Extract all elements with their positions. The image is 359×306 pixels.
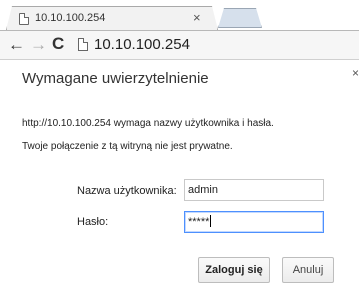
dialog-message-line2: Twoje połączenie z tą witryną nie jest p…: [22, 141, 233, 152]
forward-arrow-icon[interactable]: →: [30, 35, 47, 55]
back-arrow-icon[interactable]: ←: [8, 35, 25, 55]
document-icon: [19, 13, 29, 25]
password-value: *****: [188, 216, 210, 228]
new-tab-button[interactable]: [218, 8, 262, 28]
username-value: admin: [188, 184, 218, 196]
password-label: Hasło:: [77, 216, 109, 228]
dialog-title: Wymagane uwierzytelnienie: [22, 70, 209, 87]
login-button[interactable]: Zaloguj się: [198, 257, 270, 283]
tab-close-icon[interactable]: ×: [193, 10, 201, 26]
username-input[interactable]: admin: [184, 179, 324, 201]
reload-icon[interactable]: C: [52, 34, 64, 54]
page-info-icon[interactable]: [78, 38, 88, 51]
tab-strip: 10.10.100.254 ×: [0, 0, 359, 31]
dialog-message-line1: http://10.10.100.254 wymaga nazwy użytko…: [22, 118, 274, 129]
username-label: Nazwa użytkownika:: [77, 185, 177, 197]
browser-tab[interactable]: 10.10.100.254 ×: [6, 6, 218, 30]
text-caret: [210, 215, 212, 227]
address-url: 10.10.100.254: [94, 36, 190, 53]
password-input[interactable]: *****: [184, 211, 324, 233]
browser-toolbar: ← → C 10.10.100.254: [0, 31, 359, 60]
cancel-button[interactable]: Anuluj: [282, 257, 334, 283]
tab-title: 10.10.100.254: [35, 12, 106, 24]
address-bar[interactable]: 10.10.100.254: [74, 35, 359, 55]
dialog-close-icon[interactable]: ×: [352, 66, 359, 80]
